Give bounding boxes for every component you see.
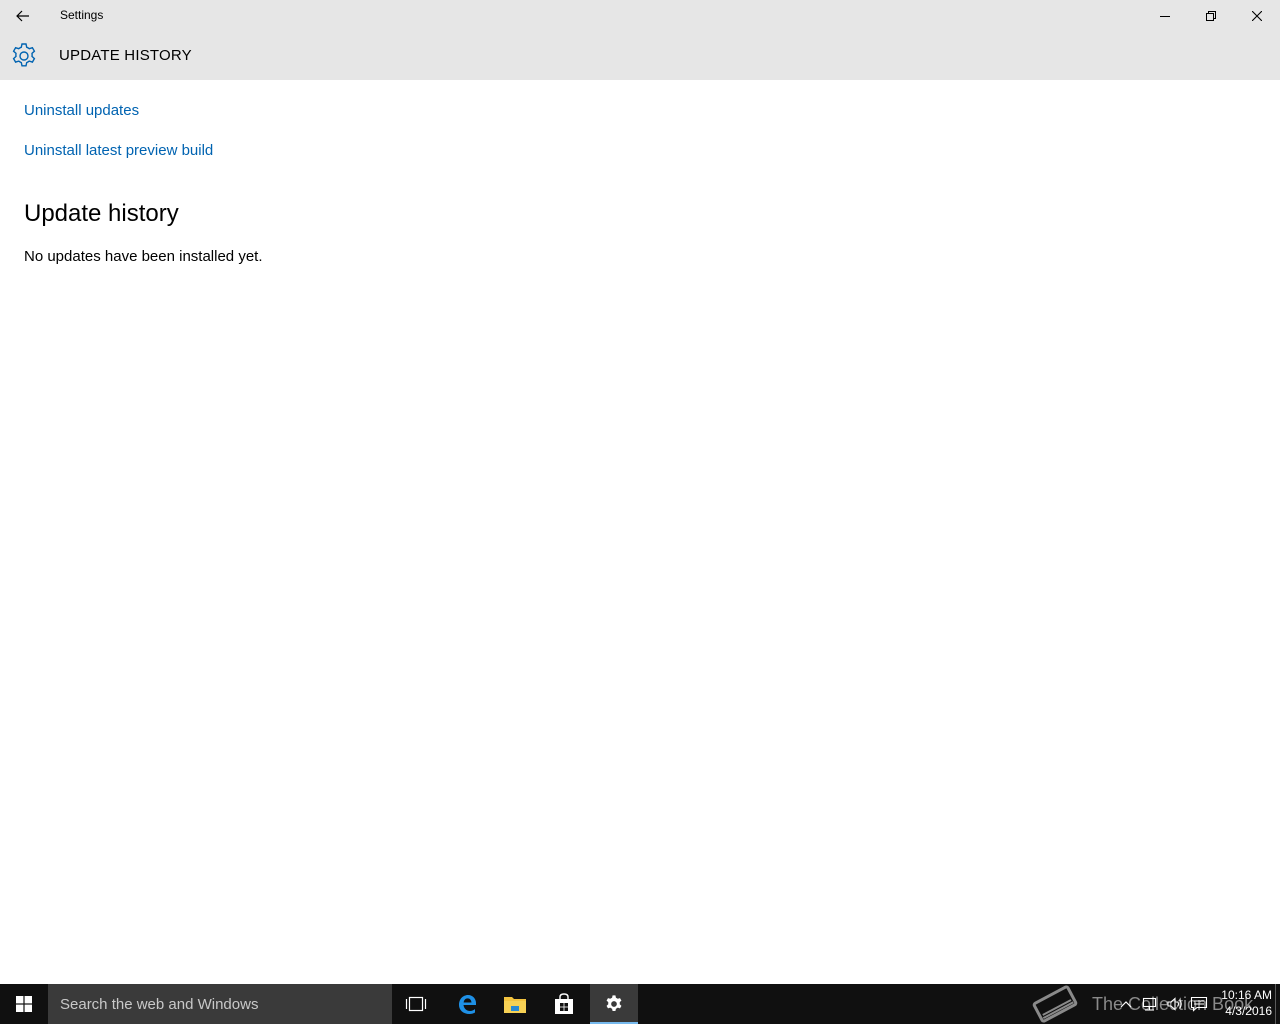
minimize-icon [1160, 16, 1170, 17]
uninstall-preview-build-link[interactable]: Uninstall latest preview build [24, 142, 213, 159]
uninstall-updates-link[interactable]: Uninstall updates [24, 102, 139, 119]
close-button[interactable] [1234, 0, 1280, 32]
gear-icon [12, 43, 36, 67]
back-arrow-icon [16, 10, 29, 22]
chevron-up-icon [1120, 1001, 1132, 1008]
taskbar-clock[interactable]: 10:16 AM 4/3/2016 [1210, 987, 1272, 1019]
volume-tray-button[interactable] [1165, 994, 1185, 1014]
show-desktop-button[interactable] [1275, 984, 1280, 1024]
minimize-button[interactable] [1142, 0, 1188, 32]
content-area: Uninstall updates Uninstall latest previ… [0, 80, 1280, 984]
page-title: UPDATE HISTORY [59, 47, 192, 64]
restore-button[interactable] [1188, 0, 1234, 32]
taskbar: The Collection Book 10:16 AM 4/3/2016 [0, 984, 1280, 1024]
action-center-button[interactable] [1189, 994, 1209, 1014]
close-icon [1252, 11, 1262, 21]
app-title: Settings [60, 8, 104, 22]
edge-icon [459, 995, 476, 1014]
back-button[interactable] [0, 0, 46, 32]
task-view-icon [405, 996, 427, 1012]
network-icon [1142, 997, 1157, 1011]
clock-time: 10:16 AM [1221, 988, 1272, 1002]
action-center-icon [1190, 996, 1208, 1012]
network-tray-button[interactable] [1141, 994, 1161, 1014]
windows-logo-icon [16, 996, 32, 1012]
page-header: UPDATE HISTORY [0, 36, 1280, 76]
show-hidden-icons-button[interactable] [1116, 994, 1136, 1014]
store-icon [555, 993, 573, 1014]
volume-icon [1167, 997, 1182, 1011]
settings-taskbar-button[interactable] [590, 984, 638, 1024]
start-button[interactable] [0, 984, 48, 1024]
title-bar: Settings UPDATE HISTORY [0, 0, 1280, 80]
edge-button[interactable] [443, 984, 491, 1024]
taskbar-search-input[interactable] [48, 984, 392, 1024]
folder-icon [504, 997, 526, 1013]
clock-date: 4/3/2016 [1225, 1004, 1272, 1018]
task-view-button[interactable] [392, 984, 440, 1024]
file-explorer-button[interactable] [491, 984, 539, 1024]
section-title: Update history [24, 200, 179, 227]
title-row: Settings [0, 0, 1280, 32]
store-button[interactable] [540, 984, 588, 1024]
empty-history-message: No updates have been installed yet. [24, 248, 263, 265]
settings-gear-icon [606, 995, 622, 1011]
settings-window: Settings UPDATE HISTORY Uninstall update… [0, 0, 1280, 984]
book-logo-icon [1032, 985, 1078, 1023]
restore-icon [1206, 11, 1216, 21]
